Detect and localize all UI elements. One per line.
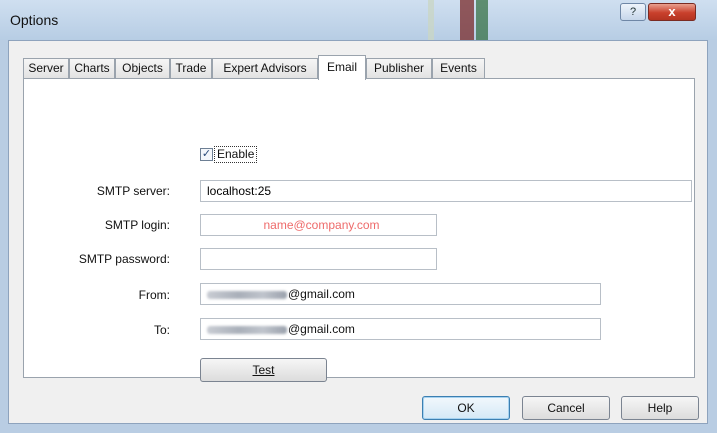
- tab-events[interactable]: Events: [432, 58, 485, 79]
- background-stripe: [428, 0, 434, 40]
- smtp-login-field[interactable]: [200, 214, 437, 236]
- smtp-password-field[interactable]: [200, 248, 437, 270]
- enable-checkbox[interactable]: ✓: [200, 148, 213, 161]
- from-value: @gmail.com: [288, 287, 355, 301]
- redacted-text: [207, 290, 287, 299]
- smtp-server-field[interactable]: [200, 180, 692, 202]
- to-value: @gmail.com: [288, 322, 355, 336]
- tab-objects[interactable]: Objects: [115, 58, 170, 79]
- to-label: To:: [153, 323, 170, 337]
- background-stripe: [476, 0, 488, 40]
- from-field[interactable]: @gmail.com: [200, 283, 601, 305]
- tab-trade[interactable]: Trade: [170, 58, 212, 79]
- background-stripe: [460, 0, 474, 40]
- smtp-server-label: SMTP server:: [96, 184, 170, 198]
- window-title: Options: [10, 12, 59, 28]
- dialog-body: Server Charts Objects Trade Expert Advis…: [8, 40, 708, 424]
- smtp-password-label: SMTP password:: [78, 252, 170, 266]
- help-button[interactable]: Help: [621, 396, 699, 420]
- redacted-text: [207, 325, 287, 334]
- enable-label[interactable]: Enable: [214, 146, 258, 163]
- title-bar: Options ? x: [0, 0, 717, 40]
- email-panel: ✓ Enable SMTP server: SMTP login: SMTP p…: [23, 78, 695, 382]
- help-icon[interactable]: ?: [620, 3, 646, 21]
- to-field[interactable]: @gmail.com: [200, 318, 601, 340]
- smtp-server-input[interactable]: [207, 181, 691, 201]
- close-icon[interactable]: x: [648, 3, 696, 21]
- from-label: From:: [138, 288, 170, 302]
- tab-server[interactable]: Server: [23, 58, 69, 79]
- smtp-login-label: SMTP login:: [104, 218, 170, 232]
- cancel-button[interactable]: Cancel: [522, 396, 610, 420]
- test-button[interactable]: Test: [200, 358, 327, 382]
- smtp-login-input[interactable]: [207, 215, 436, 235]
- ok-button[interactable]: OK: [422, 396, 510, 420]
- tab-expert-advisors[interactable]: Expert Advisors: [212, 58, 318, 79]
- tab-email[interactable]: Email: [318, 55, 366, 80]
- smtp-password-input[interactable]: [207, 249, 436, 269]
- tab-publisher[interactable]: Publisher: [366, 58, 432, 79]
- tab-charts[interactable]: Charts: [69, 58, 115, 79]
